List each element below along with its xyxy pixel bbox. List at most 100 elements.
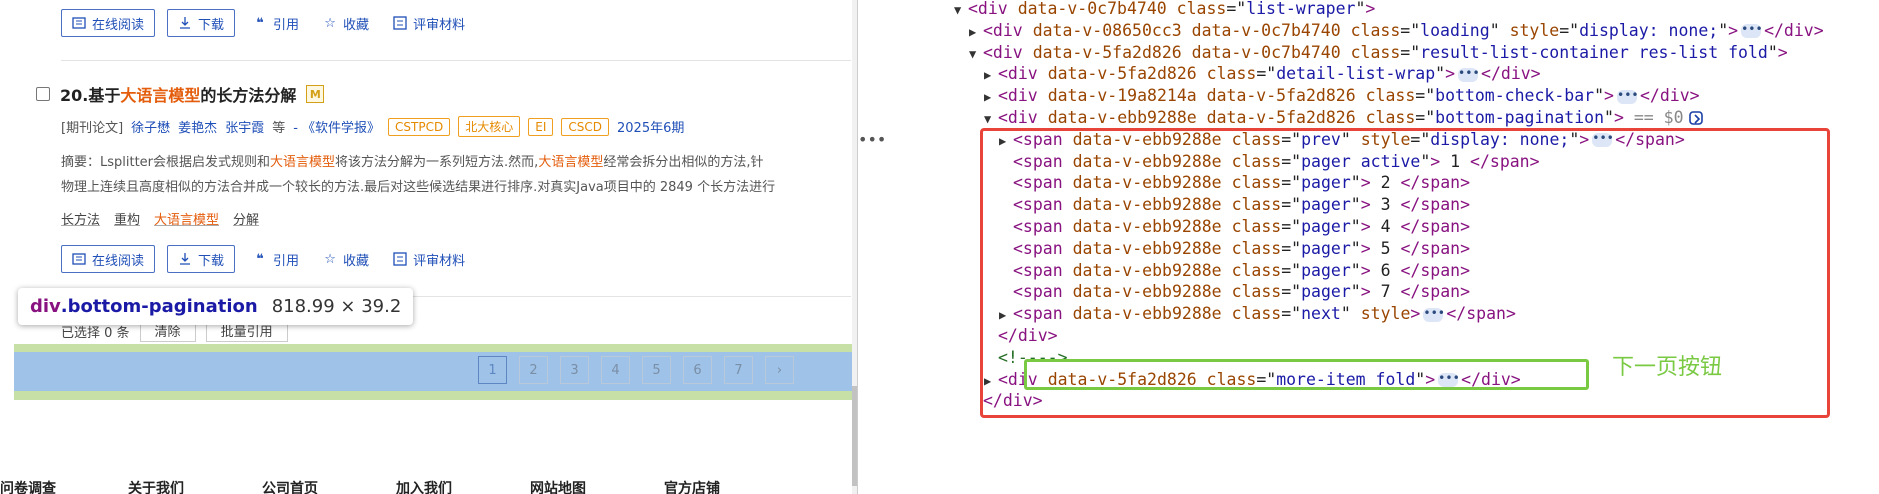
collapsed-content-ellipsis[interactable]: ••• [1458,67,1480,82]
code-token: =" [1226,0,1247,18]
select-checkbox[interactable] [36,87,50,101]
download-button[interactable]: 下载 [167,245,236,273]
abstract-line-1: 摘要：Lsplitter会根据启发式规则和大语言模型将该方法分解为一系列短方法.… [61,155,764,170]
tag-name: <div [998,64,1038,84]
keyword-link[interactable]: 分解 [233,209,259,228]
annotation-green-box [1024,359,1589,390]
tooltip-dimensions: 818.99 × 39.2 [271,296,402,317]
footer-link[interactable]: 关于我们 [128,478,184,494]
tag-name: <div [998,108,1038,127]
tag-name: <div [968,0,1008,18]
star-icon: ☆ [324,15,336,31]
tag-name: <div [983,20,1023,40]
favorite-button[interactable]: ☆ 收藏 [317,245,375,273]
pager-page[interactable]: 6 [683,356,712,384]
attr-name: data-v-5fa2d826 [1032,42,1182,62]
code-token: =" [1400,20,1421,40]
author-link[interactable]: 张宇霞 [225,117,264,136]
next-page-button[interactable]: › [765,356,794,384]
collapsed-content-ellipsis[interactable]: ••• [1741,23,1763,39]
keyword-link[interactable]: 大语言模型 [154,209,219,228]
inspect-tooltip: div.bottom-pagination 818.99 × 39.2 [18,288,414,325]
footer-link[interactable]: 公司首页 [262,478,318,494]
attr-name: class [1365,86,1416,106]
tag-bracket: > [1728,20,1739,40]
list-icon [393,16,407,30]
issue-link[interactable]: 2025年6期 [617,117,684,136]
attr-value: bottom-pagination [1435,108,1605,127]
cite-button[interactable]: ❝ 引用 [247,245,305,273]
tooltip-selector: div.bottom-pagination [30,296,258,317]
node-actions-dots[interactable]: ••• [858,130,886,149]
collapse-triangle-icon[interactable]: ▼ [954,0,968,23]
abstract: 摘要：Lsplitter会根据启发式规则和大语言模型将该方法分解为一系列短方法.… [61,150,857,200]
attr-name: data-v-ebb9288e [1047,108,1197,127]
result-actions-top: 在线阅读 下载 ❝ 引用 ☆ 收藏 评审材料 [61,9,471,37]
pager-page[interactable]: 7 [724,356,753,384]
attr-name: data-v-0c7b4740 [1191,20,1341,40]
cite-label: 引用 [273,17,300,33]
attr-value: list-wraper [1246,0,1356,18]
author-link[interactable]: 徐子懋 [131,117,170,136]
author-link[interactable]: 姜艳杰 [178,117,217,136]
tag-bracket: > [1777,42,1788,62]
closing-tag: </div> [1481,64,1541,84]
tag-bracket: > [1365,0,1376,18]
quote-icon: ❝ [256,251,264,267]
code-token: =" [1256,64,1277,84]
review-material-button[interactable]: 评审材料 [387,245,471,273]
clear-button[interactable]: 清除 [139,322,196,342]
collapsed-content-ellipsis[interactable]: ••• [1616,89,1639,104]
code-token: " [1604,108,1614,127]
bottom-check-bar: 已选择 0 条 清除 批量引用 [61,322,288,342]
read-online-button[interactable]: 在线阅读 [61,9,156,37]
keyword-link[interactable]: 长方法 [61,209,100,228]
review-material-label: 评审材料 [413,17,466,33]
pager-page[interactable]: 4 [601,356,630,384]
keyword-link[interactable]: 重构 [114,209,140,228]
reader-icon [72,16,86,30]
batch-cite-button[interactable]: 批量引用 [205,322,288,342]
collapse-triangle-icon[interactable]: ▼ [969,41,983,67]
footer-link[interactable]: 网站地图 [530,478,586,494]
read-online-label: 在线阅读 [92,253,145,269]
reader-icon [72,252,86,266]
pager-page[interactable]: 3 [560,356,589,384]
review-material-label: 评审材料 [413,253,466,269]
attr-name: class [1176,0,1227,18]
selected-count: 已选择 0 条 [61,326,130,341]
cite-label: 引用 [273,253,300,269]
cite-button[interactable]: ❝ 引用 [247,9,305,37]
index-tag: EI [528,117,554,136]
quote-icon: ❝ [256,15,264,31]
attr-name: class [1350,20,1401,40]
download-icon [178,16,192,30]
index-tag: CSTPCD [388,117,451,136]
footer-link[interactable]: 问卷调查 [0,478,56,494]
web-page-panel: 在线阅读 下载 ❝ 引用 ☆ 收藏 评审材料 20.基于大语言模型的长方法分解 [0,0,857,494]
pager-page[interactable]: 5 [642,356,671,384]
journal-link[interactable]: - 《软件学报》 [293,117,380,136]
read-online-button[interactable]: 在线阅读 [61,245,156,273]
read-online-label: 在线阅读 [92,17,145,33]
result-title-link[interactable]: 20.基于大语言模型的长方法分解 [60,82,296,106]
attr-name: data-v-0c7b4740 [1017,0,1167,18]
footer-link[interactable]: 官方店铺 [664,478,720,494]
footer-link[interactable]: 加入我们 [396,478,452,494]
attr-name: data-v-0c7b4740 [1191,42,1341,62]
tag-bracket: > [1604,86,1614,106]
code-token: =" [1400,42,1421,62]
download-icon [178,252,192,266]
code-token: " [1767,42,1778,62]
review-material-button[interactable]: 评审材料 [387,9,471,37]
pager-page[interactable]: 1 [478,356,507,384]
closing-tag: </div> [1639,86,1700,106]
pager-page[interactable]: 2 [519,356,548,384]
favorite-button[interactable]: ☆ 收藏 [317,9,375,37]
favorite-label: 收藏 [343,17,370,33]
attr-name: data-v-5fa2d826 [1047,64,1197,84]
attr-value: result-list-container res-list fold [1420,42,1768,62]
ai-assist-icon[interactable] [1688,110,1706,128]
download-button[interactable]: 下载 [167,9,236,37]
site-footer: 问卷调查 关于我们 公司首页 加入我们 网站地图 官方店铺 [0,478,720,494]
